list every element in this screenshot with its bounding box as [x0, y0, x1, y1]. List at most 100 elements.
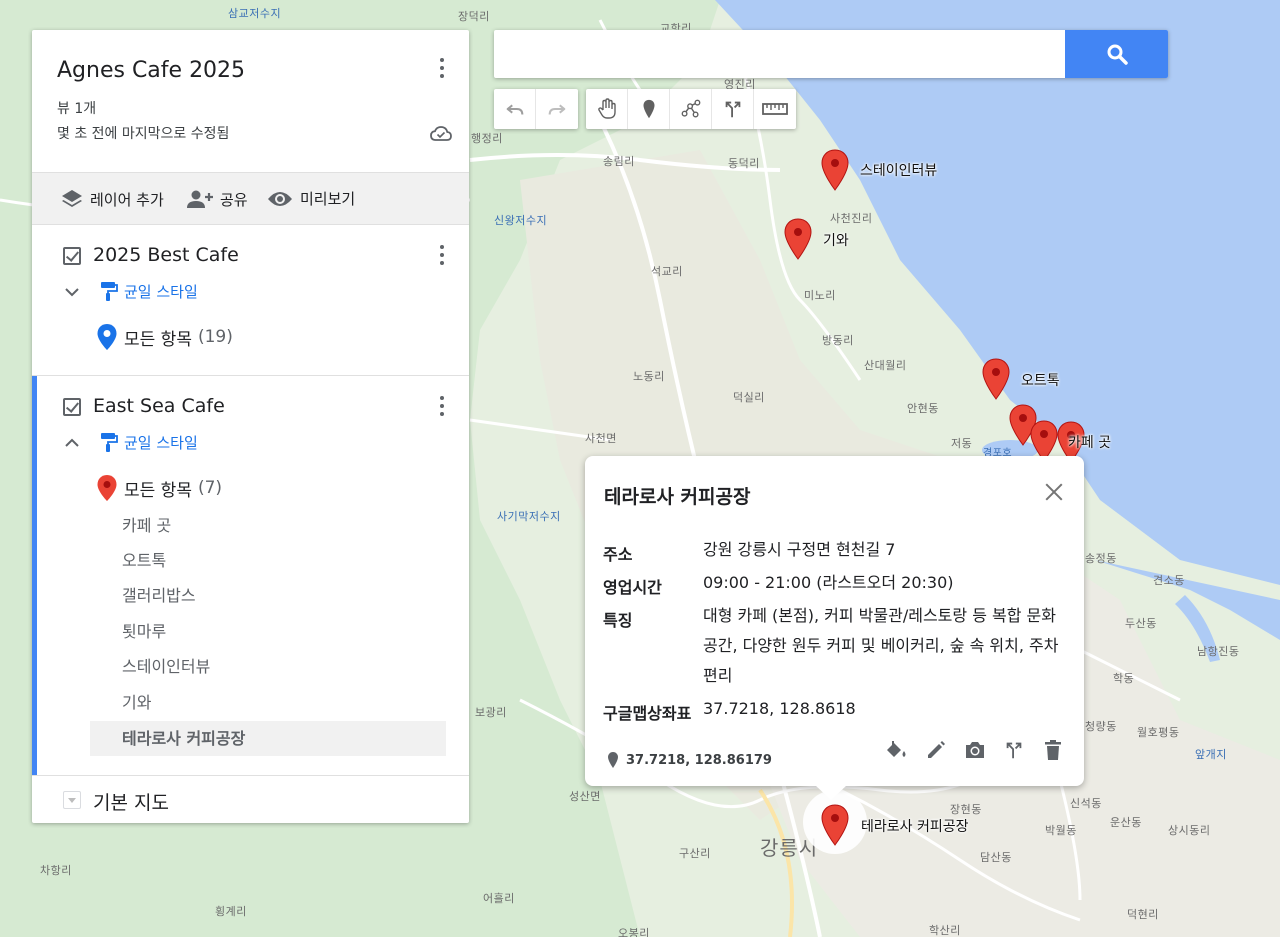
map-title[interactable]: Agnes Cafe 2025 [57, 58, 245, 83]
layer-options-button[interactable] [433, 394, 451, 420]
place-label: 동덕리 [728, 157, 760, 170]
map-legend-panel: Agnes Cafe 2025 뷰 1개 몇 초 전에 마지막으로 수정됨 레이… [32, 30, 469, 823]
more-vert-icon [433, 56, 451, 82]
all-items-row[interactable]: 모든 항목 (7) [96, 474, 222, 502]
marker-label[interactable]: 기와 [823, 230, 849, 250]
place-label: 박월동 [1045, 824, 1077, 837]
person-add-icon [187, 190, 213, 208]
place-label: 안현동 [907, 402, 939, 415]
search-input[interactable] [494, 30, 1065, 78]
directions-button[interactable] [712, 89, 754, 129]
feature-coordinates: 37.7218, 128.86179 [608, 752, 772, 768]
preview-label: 미리보기 [300, 190, 356, 208]
layer-visibility-checkbox[interactable] [63, 247, 81, 265]
place-label: 견소동 [1153, 574, 1185, 587]
place-label: 구산리 [679, 847, 711, 860]
place-label: 성산면 [569, 790, 601, 803]
close-icon[interactable] [1044, 482, 1064, 502]
location-pin-icon [97, 324, 117, 350]
panel-action-bar: 레이어 추가 공유 미리보기 [32, 172, 469, 225]
map-marker-pin-icon[interactable] [783, 218, 813, 260]
basemap-toggle[interactable] [63, 791, 81, 809]
map-marker-pin-icon[interactable] [820, 149, 850, 191]
place-list-item[interactable]: 툇마루 [90, 614, 446, 649]
marker-label[interactable]: 오트톡 [1021, 370, 1060, 390]
drawing-toolbar [586, 89, 796, 129]
delete-button[interactable] [1040, 737, 1066, 763]
attr-value: 대형 카페 (본점), 커피 박물관/레스토랑 등 복합 문화 공간, 다양한 … [703, 606, 1059, 685]
redo-icon [548, 104, 566, 115]
place-label: 장현동 [950, 803, 982, 816]
place-list-item[interactable]: 갤러리밥스 [90, 578, 446, 613]
coordinates-text: 37.7218, 128.86179 [626, 752, 772, 768]
last-modified: 몇 초 전에 마지막으로 수정됨 [57, 126, 230, 142]
pan-hand-button[interactable] [586, 89, 628, 129]
measure-button[interactable] [754, 89, 796, 129]
all-items-row[interactable]: 모든 항목 (19) [96, 323, 233, 351]
attr-key: 주소 [603, 545, 633, 564]
layer-2025-best-cafe: 2025 Best Cafe 균일 스타일 모든 항목 (19) [32, 225, 469, 376]
add-layer-button[interactable]: 레이어 추가 [60, 188, 164, 210]
attr-key: 구글맵상좌표 [603, 704, 692, 723]
feature-info-window: 테라로사 커피공장 주소 강원 강릉시 구정면 현천길 7 영업시간 09:00… [585, 456, 1084, 800]
attr-value: 37.7218, 128.8618 [703, 699, 856, 718]
directions-icon [1006, 742, 1022, 759]
style-button[interactable] [884, 737, 910, 763]
layer-style-button[interactable]: 균일 스타일 [98, 431, 198, 453]
layer-visibility-checkbox[interactable] [63, 398, 81, 416]
place-label: 사천진리 [830, 212, 873, 225]
preview-button[interactable]: 미리보기 [266, 188, 355, 209]
undo-icon [506, 104, 523, 115]
edit-button[interactable] [923, 737, 949, 763]
place-list-item-selected[interactable]: 테라로사 커피공장 [90, 721, 446, 756]
place-label: 삼교저수지 [228, 7, 282, 20]
marker-label[interactable]: 스테이인터뷰 [860, 160, 937, 180]
layer-name[interactable]: 2025 Best Cafe [93, 244, 239, 266]
place-list-item[interactable]: 오트톡 [90, 543, 446, 578]
place-label: 두산동 [1125, 617, 1157, 630]
place-list-item[interactable]: 카페 곳 [90, 508, 446, 543]
place-list-item[interactable]: 스테이인터뷰 [90, 649, 446, 684]
map-marker-pin-icon[interactable] [820, 804, 850, 846]
share-button[interactable]: 공유 [186, 188, 248, 210]
camera-icon [966, 742, 984, 758]
add-marker-button[interactable] [628, 89, 670, 129]
measure-ruler-icon [762, 103, 788, 115]
basemap-label[interactable]: 기본 지도 [93, 788, 169, 815]
marker-label[interactable]: 테라로사 커피공장 [861, 816, 969, 836]
place-label: 노동리 [633, 370, 665, 383]
search-button[interactable] [1065, 30, 1168, 78]
layer-name[interactable]: East Sea Cafe [93, 395, 225, 417]
chevron-down-icon[interactable] [63, 283, 81, 301]
redo-button[interactable] [536, 89, 578, 129]
layer-style-button[interactable]: 균일 스타일 [98, 280, 198, 302]
chevron-up-icon[interactable] [63, 434, 81, 452]
place-list-item[interactable]: 기와 [90, 685, 446, 720]
place-label: 청량동 [1085, 720, 1117, 733]
undo-button[interactable] [494, 89, 536, 129]
layer-style-label: 균일 스타일 [124, 282, 198, 301]
place-label: 송정동 [1085, 552, 1117, 565]
add-marker-icon [643, 99, 654, 119]
view-count: 뷰 1개 [57, 101, 97, 117]
place-label: 덕현리 [1127, 908, 1159, 921]
draw-line-button[interactable] [670, 89, 712, 129]
eye-icon [268, 191, 292, 206]
place-label: 보광리 [475, 706, 507, 719]
place-label: 오봉리 [618, 927, 650, 937]
place-label: 어흘리 [483, 892, 515, 905]
map-options-button[interactable] [433, 56, 451, 82]
marker-label[interactable]: 카페 곳 [1068, 432, 1111, 452]
directions-button[interactable] [1001, 737, 1027, 763]
attr-value: 09:00 - 21:00 (라스트오더 20:30) [703, 573, 954, 592]
place-label: 석교리 [651, 265, 683, 278]
layer-options-button[interactable] [433, 243, 451, 269]
add-photo-button[interactable] [962, 737, 988, 763]
cloud-saved-button[interactable] [429, 124, 453, 146]
map-marker-pin-icon[interactable] [981, 358, 1011, 400]
location-pin-icon [97, 475, 117, 501]
draw-line-icon [681, 99, 700, 118]
place-label: 사기막저수지 [497, 510, 561, 523]
place-label: 덕실리 [733, 391, 765, 404]
add-layer-label: 레이어 추가 [90, 190, 164, 209]
